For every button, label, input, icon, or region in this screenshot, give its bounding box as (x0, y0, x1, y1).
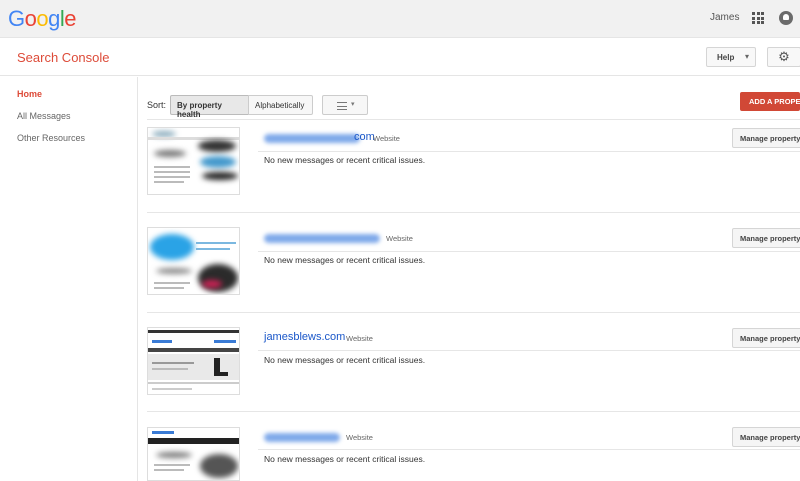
logo-letter: o (36, 6, 49, 31)
app-header: Search Console Help ▾ ⚙ (0, 38, 800, 76)
site-thumbnail[interactable] (147, 227, 240, 295)
divider (258, 151, 800, 152)
list-view-icon[interactable]: ▾ (322, 95, 368, 115)
property-name[interactable]: jamesblews.com (264, 331, 345, 343)
logo-letter: g (48, 6, 60, 31)
property-name-redacted[interactable] (264, 234, 380, 243)
sort-label: Sort: (147, 100, 167, 110)
bell-icon[interactable] (779, 11, 793, 25)
manage-property-button[interactable]: Manage property (732, 228, 800, 248)
property-name[interactable]: com (354, 131, 375, 143)
site-thumbnail[interactable] (147, 327, 240, 395)
property-type: Website (346, 433, 373, 442)
logo-letter: o (24, 6, 37, 31)
property-status-message: No new messages or recent critical issue… (264, 454, 426, 464)
google-logo[interactable]: Google (8, 6, 77, 32)
sort-alphabetically-button[interactable]: Alphabetically (248, 95, 313, 115)
help-button[interactable]: Help ▾ (706, 47, 756, 67)
app-title[interactable]: Search Console (17, 50, 110, 65)
divider (147, 312, 800, 313)
sidebar-item-home[interactable]: Home (17, 89, 42, 99)
property-type: Website (373, 134, 400, 143)
logo-letter: e (64, 6, 77, 31)
property-name-redacted[interactable] (264, 134, 360, 143)
gear-icon[interactable]: ⚙ (767, 47, 800, 67)
divider (147, 411, 800, 412)
property-type: Website (346, 334, 373, 343)
manage-property-button[interactable]: Manage property (732, 128, 800, 148)
divider (147, 212, 800, 213)
manage-property-button[interactable]: Manage property (732, 328, 800, 348)
property-status-message: No new messages or recent critical issue… (264, 155, 426, 165)
divider (258, 251, 800, 252)
help-label: Help (717, 53, 735, 62)
site-thumbnail[interactable] (147, 427, 240, 481)
property-type: Website (386, 234, 413, 243)
property-status-message: No new messages or recent critical issue… (264, 355, 426, 365)
sidebar-item-all-messages[interactable]: All Messages (17, 111, 71, 121)
logo-letter: G (8, 6, 25, 31)
sidebar: Home All Messages Other Resources (0, 77, 138, 481)
divider (258, 350, 800, 351)
property-name-redacted[interactable] (264, 433, 340, 442)
chevron-down-icon: ▾ (745, 52, 750, 61)
apps-grid-icon[interactable] (752, 12, 764, 24)
divider (147, 119, 800, 120)
manage-property-button[interactable]: Manage property (732, 427, 800, 447)
site-thumbnail[interactable] (147, 127, 240, 195)
divider (258, 449, 800, 450)
user-name[interactable]: James (710, 12, 739, 23)
property-status-message: No new messages or recent critical issue… (264, 255, 426, 265)
sidebar-item-other-resources[interactable]: Other Resources (17, 133, 85, 143)
google-bar: Google James (0, 0, 800, 38)
add-property-button[interactable]: ADD A PROPERTY (740, 92, 800, 111)
sort-by-health-button[interactable]: By property health (170, 95, 249, 119)
